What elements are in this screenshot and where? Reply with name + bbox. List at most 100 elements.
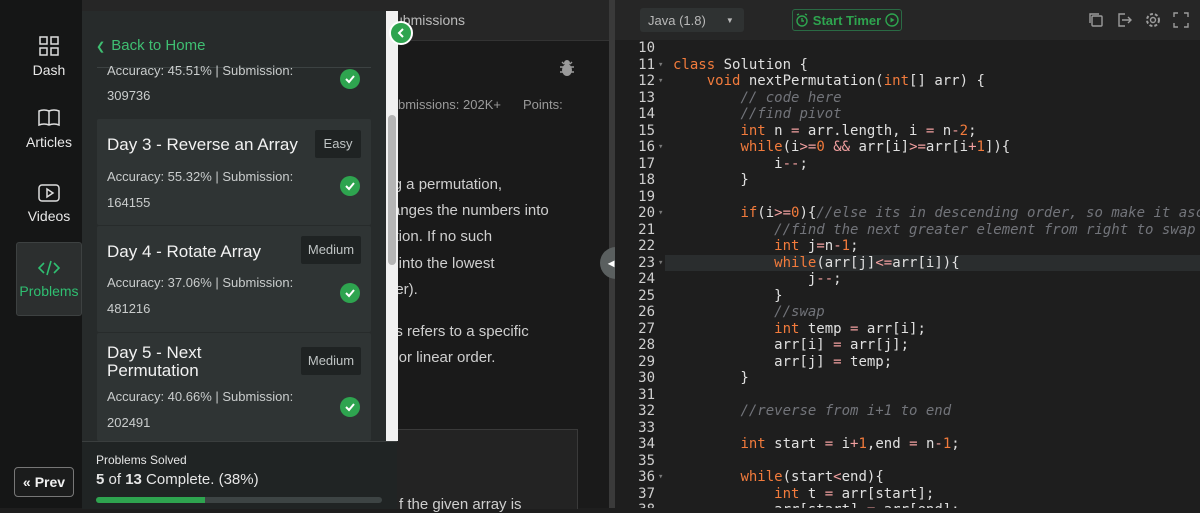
- line-number: 36: [638, 469, 655, 485]
- code-line[interactable]: arr[start] = arr[end];: [673, 502, 959, 508]
- rail-item-articles[interactable]: Articles: [16, 108, 82, 150]
- problem-card[interactable]: Day 5 - Next Permutation Medium Accuracy…: [97, 333, 371, 441]
- chevron-left-icon: [397, 28, 404, 38]
- code-line[interactable]: arr[i] = arr[j];: [673, 337, 909, 353]
- caret-down-icon: ▼: [725, 15, 734, 25]
- line-number: 25: [638, 287, 655, 304]
- code-line[interactable]: //find pivot: [673, 106, 841, 122]
- code-line[interactable]: }: [673, 288, 782, 304]
- start-timer-button[interactable]: Start Timer: [792, 9, 902, 31]
- desc-line: rranges the numbers into: [382, 202, 549, 219]
- line-number: 23: [638, 254, 655, 271]
- code-icon: [38, 260, 60, 276]
- card-accuracy: Accuracy: 37.06% | Submission:: [107, 275, 294, 290]
- code-line[interactable]: while(start<end){: [673, 469, 883, 485]
- rail-item-videos[interactable]: Videos: [16, 184, 82, 224]
- collapse-drawer-button[interactable]: [389, 21, 413, 45]
- problem-card[interactable]: Accuracy: 45.51% | Submission: 309736: [97, 63, 371, 112]
- fold-toggle-icon[interactable]: ▾: [658, 472, 663, 482]
- back-to-home-link[interactable]: ❮ Back to Home: [96, 37, 205, 54]
- code-line[interactable]: int t = arr[start];: [673, 486, 934, 502]
- line-number: 33: [638, 419, 655, 436]
- progress-text: 5 of 13 Complete. (38%): [96, 471, 259, 488]
- line-number: 11: [638, 56, 655, 73]
- card-title: Day 5 - Next: [107, 343, 202, 362]
- line-number: 26: [638, 304, 655, 320]
- desc-line: f the given array is: [399, 496, 522, 513]
- points-label: Points:: [523, 97, 563, 112]
- code-line[interactable]: //find the next greater element from rig…: [673, 222, 1195, 238]
- bug-icon[interactable]: [557, 58, 577, 78]
- play-icon: [885, 13, 899, 27]
- code-line[interactable]: // code here: [673, 90, 841, 106]
- line-number: 16: [638, 139, 655, 155]
- code-line[interactable]: //swap: [673, 304, 825, 320]
- line-number: 31: [638, 386, 655, 403]
- code-line[interactable]: arr[j] = temp;: [673, 354, 892, 370]
- chevron-left-icon: ❮: [96, 41, 106, 53]
- fullscreen-icon[interactable]: [1173, 12, 1189, 28]
- rail-label: Videos: [27, 208, 71, 224]
- line-number: 18: [638, 172, 655, 188]
- fold-toggle-icon[interactable]: ▾: [658, 60, 663, 70]
- code-line[interactable]: //reverse from i+1 to end: [673, 403, 951, 419]
- code-line[interactable]: int n = arr.length, i = n-2;: [673, 123, 976, 139]
- card-submissions: 164155: [107, 195, 151, 210]
- card-title: Permutation: [107, 361, 199, 380]
- copy-icon[interactable]: [1088, 12, 1104, 28]
- code-line[interactable]: while(i>=0 && arr[i]>=arr[i+1]){: [673, 139, 1010, 155]
- timer-label: Start Timer: [812, 12, 882, 28]
- rail-label: Dash: [32, 62, 66, 78]
- line-number: 12: [638, 73, 655, 89]
- line-number: 14: [638, 106, 655, 122]
- difficulty-badge: Easy: [315, 130, 361, 158]
- desc-line: tation. If no such: [382, 228, 493, 245]
- fold-toggle-icon[interactable]: ▾: [658, 76, 663, 86]
- prev-button[interactable]: « Prev: [14, 467, 74, 497]
- rail-item-problems[interactable]: Problems: [16, 242, 82, 316]
- fold-toggle-icon[interactable]: ▾: [658, 208, 663, 218]
- line-number: 22: [638, 238, 655, 254]
- code-line[interactable]: int j=n-1;: [673, 238, 858, 254]
- card-submissions: 309736: [107, 88, 151, 103]
- drawer-scrollbar-thumb[interactable]: [388, 115, 396, 265]
- line-number: 24: [638, 271, 655, 287]
- code-line[interactable]: j--;: [673, 271, 842, 287]
- fold-toggle-icon[interactable]: ▾: [658, 142, 663, 152]
- check-icon: [340, 69, 360, 89]
- code-editor[interactable]: 10 11 ▾ class Solution {12 ▾ void nextPermut…: [615, 40, 1200, 508]
- example-box: f the given array is: [382, 429, 578, 513]
- code-line[interactable]: while(arr[j]<=arr[i]){: [673, 255, 959, 271]
- code-line[interactable]: void nextPermutation(int[] arr) {: [673, 73, 985, 89]
- code-line[interactable]: int start = i+1,end = n-1;: [673, 436, 959, 452]
- problem-card[interactable]: Day 4 - Rotate Array Medium Accuracy: 37…: [97, 226, 371, 332]
- language-select[interactable]: Java (1.8) ▼: [640, 8, 744, 32]
- fold-toggle-icon[interactable]: ▾: [658, 258, 663, 268]
- rail-item-dash[interactable]: Dash: [16, 36, 82, 78]
- card-accuracy: Accuracy: 45.51% | Submission:: [107, 63, 294, 78]
- line-number: 20: [638, 205, 655, 221]
- code-line[interactable]: int temp = arr[i];: [673, 321, 926, 337]
- rail-label: Articles: [26, 134, 72, 150]
- progress-heading: Problems Solved: [96, 453, 187, 467]
- desc-line: te or linear order.: [382, 349, 496, 366]
- code-line[interactable]: class Solution {: [673, 57, 808, 73]
- line-number: 28: [638, 337, 655, 353]
- progress-bar: [96, 497, 382, 503]
- complete-text: Complete. (38%): [141, 471, 259, 488]
- submission-stats: bmissions: 202K+: [398, 97, 501, 112]
- reset-icon[interactable]: [1116, 12, 1132, 28]
- line-number: 27: [638, 320, 655, 337]
- code-line[interactable]: }: [673, 370, 748, 386]
- code-line[interactable]: if(i>=0){//else its in descending order,…: [673, 205, 1200, 221]
- line-number: 13: [638, 89, 655, 106]
- of-text: of: [104, 471, 126, 488]
- settings-icon[interactable]: [1145, 12, 1161, 28]
- line-number: 34: [638, 436, 655, 452]
- prev-label: Prev: [34, 474, 66, 490]
- line-number: 38: [615, 502, 655, 508]
- code-line[interactable]: i--;: [673, 156, 808, 172]
- card-accuracy: Accuracy: 40.66% | Submission:: [107, 389, 294, 404]
- code-line[interactable]: }: [673, 172, 748, 188]
- problem-card[interactable]: Day 3 - Reverse an Array Easy Accuracy: …: [97, 119, 371, 225]
